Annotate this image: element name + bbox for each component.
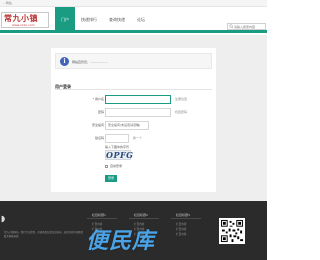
divider: [129, 218, 159, 219]
nav-item-home[interactable]: 门户: [55, 7, 75, 33]
password-row: 密码 找回密码: [51, 108, 216, 117]
username-label: * 用户名: [92, 97, 104, 101]
captcha-row: 验证码 换一个: [51, 134, 216, 143]
login-button[interactable]: 登录: [105, 175, 117, 182]
captcha-input[interactable]: [105, 134, 129, 143]
half-circle-icon: [1, 215, 5, 223]
login-panel: i 网站直管员，................... 用户登录 * 用户名 注…: [51, 48, 216, 192]
forgot-password-link[interactable]: 找回密码: [175, 110, 187, 114]
footer-link[interactable]: 栏目内容: [176, 222, 186, 226]
security-question-row: 安全提问 安全提问(未设置请忽略): [51, 121, 216, 130]
captcha-hint: 输入下图中的字符: [105, 145, 130, 149]
top-bar-text: ...网站: [3, 1, 12, 5]
main-nav: 门户 快递排行 查询快递 论坛: [55, 7, 151, 33]
info-icon: i: [60, 57, 69, 66]
notice-box: i 网站直管员，...................: [55, 53, 212, 69]
auto-login-checkbox[interactable]: 自动登录: [105, 164, 122, 168]
search-input[interactable]: [234, 24, 265, 29]
footer-description: 常九小镇网站，我们专注提供，欢迎各类分类信息发布，如您有任何问题请联系客服热线: [4, 231, 83, 238]
nav-item-query[interactable]: 查询快递: [103, 7, 131, 33]
password-input[interactable]: [105, 108, 171, 117]
divider: [171, 218, 201, 219]
divider: [87, 218, 117, 219]
security-question-label: 安全提问: [91, 123, 104, 127]
header: 常九小镇 www.xxxx.com 门户 快递排行 查询快递 论坛: [0, 7, 267, 33]
watermark-logo: 便民库: [86, 229, 156, 254]
nav-item-forum[interactable]: 论坛: [131, 7, 151, 33]
notice-text: 网站直管员，...................: [72, 60, 109, 64]
site-logo[interactable]: 常九小镇 www.xxxx.com: [1, 12, 49, 28]
auto-login-label: 自动登录: [110, 164, 123, 168]
top-bar: ...网站: [0, 0, 267, 7]
footer-column-title-1: 栏目标题1: [92, 213, 106, 217]
divider: [55, 89, 212, 90]
footer-column-title-2: 栏目标题2: [134, 213, 148, 217]
logo-url: www.xxxx.com: [12, 23, 35, 27]
footer-link[interactable]: 栏目内容: [176, 227, 186, 231]
footer-column-title-3: 栏目标题3: [176, 213, 190, 217]
main-content: i 网站直管员，................... 用户登录 * 用户名 注…: [0, 35, 267, 201]
footer-link[interactable]: 栏目内容: [176, 232, 186, 236]
qr-code-icon: [219, 218, 245, 244]
register-link[interactable]: 注册位置: [175, 97, 187, 101]
security-question-select[interactable]: 安全提问(未设置请忽略): [105, 121, 149, 130]
refresh-captcha-link[interactable]: 换一个: [133, 136, 142, 140]
nav-item-ranking[interactable]: 快递排行: [75, 7, 103, 33]
captcha-label: 验证码: [94, 136, 104, 140]
search-box[interactable]: [227, 23, 266, 30]
username-row: * 用户名 注册位置: [51, 95, 216, 104]
captcha-image[interactable]: OPFG: [105, 150, 133, 160]
checkbox-icon[interactable]: [105, 164, 108, 168]
username-input[interactable]: [105, 95, 171, 104]
password-label: 密码: [97, 110, 104, 114]
